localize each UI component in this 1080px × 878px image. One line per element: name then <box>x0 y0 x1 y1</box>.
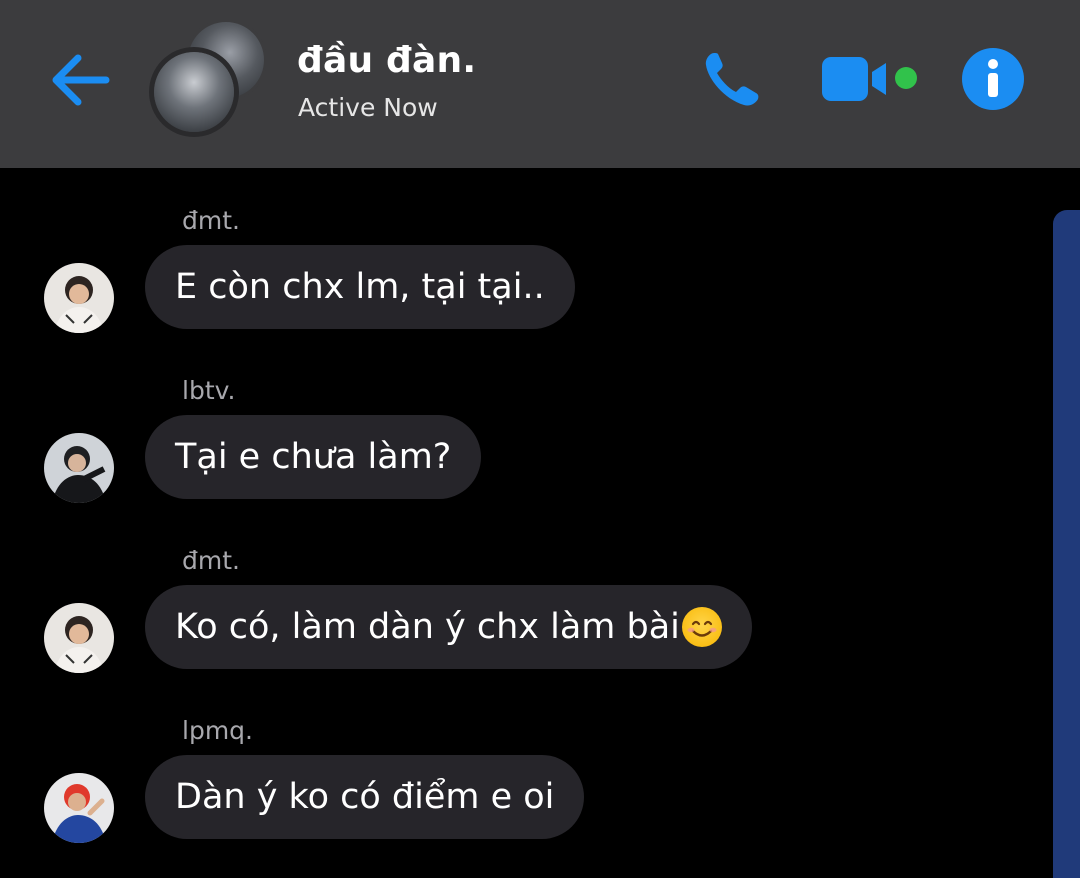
avatar-image <box>44 433 114 503</box>
message-text: Dàn ý ko có điểm e oi <box>175 777 555 817</box>
group-avatar[interactable] <box>152 22 268 134</box>
scrollbar[interactable] <box>1053 210 1080 878</box>
sender-name: đmt. <box>182 206 240 235</box>
avatar-lbtv[interactable] <box>44 433 114 503</box>
message-text: Tại e chưa làm? <box>175 437 452 477</box>
message-bubble[interactable]: Ko có, làm dàn ý chx làm bài <box>145 585 752 669</box>
chat-screen: đầu đàn. Active Now đmt. E còn chx lm, t… <box>0 0 1080 878</box>
video-camera-icon <box>822 57 886 101</box>
info-button[interactable] <box>961 47 1025 111</box>
back-button[interactable] <box>46 50 114 110</box>
sender-name: lpmq. <box>182 716 253 745</box>
group-avatar-front <box>154 52 234 132</box>
avatar-dmt[interactable] <box>44 263 114 333</box>
info-icon <box>962 48 1024 110</box>
smiling-face-emoji <box>681 607 722 647</box>
avatar-dmt[interactable] <box>44 603 114 673</box>
active-status: Active Now <box>298 93 438 122</box>
message-bubble[interactable]: E còn chx lm, tại tại.. <box>145 245 575 329</box>
phone-icon <box>705 53 759 106</box>
message-text: E còn chx lm, tại tại.. <box>175 267 545 307</box>
avatar-lpmq[interactable] <box>44 773 114 843</box>
message-bubble[interactable]: Tại e chưa làm? <box>145 415 482 499</box>
active-indicator <box>895 67 917 89</box>
sender-name: đmt. <box>182 546 240 575</box>
avatar-image <box>44 263 114 333</box>
video-call-button[interactable] <box>820 55 890 103</box>
avatar-image <box>44 603 114 673</box>
avatar-image <box>44 773 114 843</box>
back-arrow-icon <box>52 54 110 106</box>
chat-header: đầu đàn. Active Now <box>0 0 1080 168</box>
call-button[interactable] <box>700 47 764 111</box>
message-text: Ko có, làm dàn ý chx làm bài <box>175 607 680 647</box>
message-bubble[interactable]: Dàn ý ko có điểm e oi <box>145 755 585 839</box>
contact-name[interactable]: đầu đàn. <box>297 40 476 81</box>
sender-name: lbtv. <box>182 376 236 405</box>
